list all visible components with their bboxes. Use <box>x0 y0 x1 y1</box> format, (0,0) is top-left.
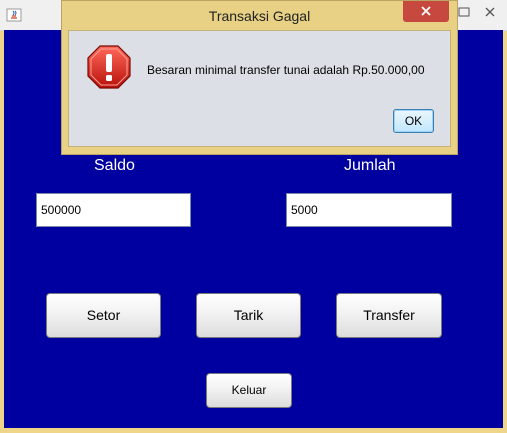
jumlah-field[interactable]: 5000 <box>286 193 452 227</box>
saldo-label: Saldo <box>94 157 135 174</box>
dialog-title: Transaksi Gagal <box>208 8 311 24</box>
close-button[interactable] <box>477 2 503 24</box>
error-dialog: Transaksi Gagal Besaran minimal transfer… <box>61 0 458 155</box>
jumlah-label: Jumlah <box>344 157 396 174</box>
dialog-message: Besaran minimal transfer tunai adalah Rp… <box>147 63 425 77</box>
dialog-close-button[interactable] <box>403 1 449 22</box>
keluar-button[interactable]: Keluar <box>206 373 292 408</box>
ok-button[interactable]: OK <box>393 109 434 133</box>
transfer-button[interactable]: Transfer <box>336 293 442 338</box>
error-octagon-icon <box>87 45 131 89</box>
saldo-field[interactable]: 500000 <box>36 193 191 227</box>
tarik-button[interactable]: Tarik <box>196 293 301 338</box>
java-app-icon <box>6 8 22 22</box>
setor-button[interactable]: Setor <box>46 293 161 338</box>
dialog-body: Besaran minimal transfer tunai adalah Rp… <box>68 30 451 147</box>
close-icon <box>485 7 495 17</box>
close-icon <box>421 6 431 16</box>
